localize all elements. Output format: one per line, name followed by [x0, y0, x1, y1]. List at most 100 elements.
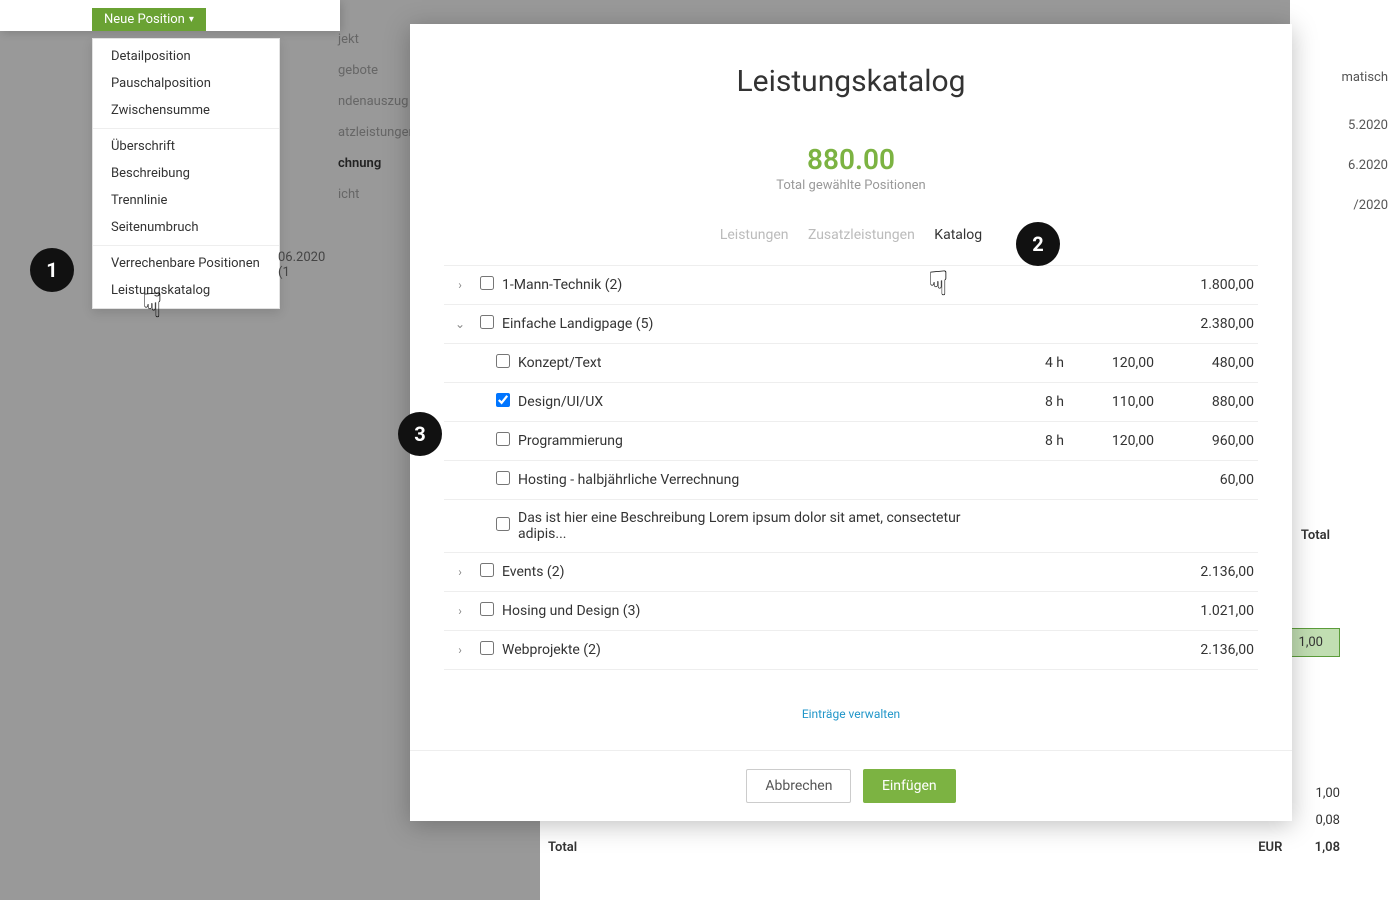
- bg-tab: jekt: [338, 24, 416, 55]
- catalog-list: › 1-Mann-Technik (2) 1.800,00 ⌄ Einfache Lan…: [444, 265, 1258, 670]
- modal-footer: Abbrechen Einfügen: [410, 750, 1292, 821]
- bg-tab: gebote: [338, 55, 416, 86]
- row-label: Einfache Landigpage (5): [502, 316, 984, 332]
- row-checkbox[interactable]: [480, 563, 494, 577]
- selected-total-sub: Total gewählte Positionen: [410, 178, 1292, 193]
- row-checkbox[interactable]: [496, 354, 510, 368]
- row-total: 2.136,00: [1154, 564, 1254, 580]
- catalog-item-row[interactable]: Hosting - halbjährliche Verrechnung 60,00: [444, 461, 1258, 500]
- menu-item-leistungskatalog[interactable]: Leistungskatalog: [93, 277, 279, 304]
- menu-item-beschreibung[interactable]: Beschreibung: [93, 160, 279, 187]
- row-checkbox[interactable]: [480, 315, 494, 329]
- row-label: Hosting - halbjährliche Verrechnung: [518, 472, 984, 488]
- row-label: Events (2): [502, 564, 984, 580]
- neue-position-panel: Neue Position ▾ Detailposition Pauschalp…: [0, 0, 340, 31]
- tab-katalog[interactable]: Katalog: [934, 227, 982, 243]
- chevron-down-icon[interactable]: ⌄: [448, 317, 472, 331]
- menu-item-ueberschrift[interactable]: Überschrift: [93, 133, 279, 160]
- bg-val: 1,00: [1316, 786, 1340, 801]
- step-badge-3: 3: [398, 412, 442, 456]
- row-label: Hosing und Design (3): [502, 603, 984, 619]
- menu-item-detailposition[interactable]: Detailposition: [93, 43, 279, 70]
- modal-tabs: Leistungen Zusatzleistungen Katalog: [410, 227, 1292, 243]
- bg-text: matisch: [1341, 70, 1388, 85]
- checkbox-cell: [472, 641, 502, 659]
- row-checkbox[interactable]: [496, 517, 510, 531]
- chevron-down-icon: ▾: [189, 14, 194, 25]
- bg-val: 0,08: [1316, 813, 1340, 828]
- checkbox-cell: [488, 354, 518, 372]
- insert-button[interactable]: Einfügen: [863, 769, 956, 803]
- catalog-item-row[interactable]: Programmierung8 h120,00960,00: [444, 422, 1258, 461]
- bg-total-currency: EUR: [1258, 840, 1282, 855]
- catalog-group-row[interactable]: › Hosing und Design (3) 1.021,00: [444, 592, 1258, 631]
- background-right-strip: matisch 5.2020 6.2020 /2020: [1290, 0, 1400, 900]
- checkbox-cell: [472, 602, 502, 620]
- modal-title: Leistungskatalog: [430, 64, 1272, 99]
- row-checkbox[interactable]: [496, 471, 510, 485]
- bg-tab: icht: [338, 179, 416, 210]
- menu-separator: [93, 128, 279, 129]
- row-checkbox[interactable]: [496, 393, 510, 407]
- bg-tab: ndenauszug: [338, 86, 416, 117]
- row-total: 480,00: [1154, 355, 1254, 371]
- checkbox-cell: [488, 393, 518, 411]
- chevron-right-icon[interactable]: ›: [448, 643, 472, 657]
- neue-position-button[interactable]: Neue Position ▾: [92, 8, 206, 31]
- tab-zusatzleistungen[interactable]: Zusatzleistungen: [808, 227, 915, 243]
- catalog-item-row[interactable]: Konzept/Text4 h120,00480,00: [444, 344, 1258, 383]
- row-checkbox[interactable]: [480, 276, 494, 290]
- row-label: Design/UI/UX: [518, 394, 984, 410]
- bg-text: /2020: [1353, 198, 1388, 213]
- chevron-right-icon[interactable]: ›: [448, 604, 472, 618]
- step-badge-1: 1: [30, 248, 74, 292]
- manage-entries-link[interactable]: Einträge verwalten: [802, 707, 900, 721]
- row-total: 1.021,00: [1154, 603, 1254, 619]
- row-label: Webprojekte (2): [502, 642, 984, 658]
- bg-tab: atzleistungen: [338, 117, 416, 148]
- row-label: Das ist hier eine Beschreibung Lorem ips…: [518, 510, 984, 542]
- catalog-item-row[interactable]: Das ist hier eine Beschreibung Lorem ips…: [444, 500, 1258, 553]
- checkbox-cell: [472, 276, 502, 294]
- catalog-group-row[interactable]: ⌄ Einfache Landigpage (5) 2.380,00: [444, 305, 1258, 344]
- selected-total-amount: 880.00: [410, 143, 1292, 176]
- row-total: 1.800,00: [1154, 277, 1254, 293]
- row-label: 1-Mann-Technik (2): [502, 277, 984, 293]
- catalog-group-row[interactable]: › Webprojekte (2) 2.136,00: [444, 631, 1258, 670]
- bg-tab-active: chnung: [338, 148, 416, 179]
- checkbox-cell: [472, 563, 502, 581]
- row-rate: 120,00: [1064, 355, 1154, 371]
- row-total: 2.136,00: [1154, 642, 1254, 658]
- row-qty: 8 h: [984, 394, 1064, 410]
- row-checkbox[interactable]: [480, 641, 494, 655]
- menu-item-verrechenbare-positionen[interactable]: Verrechenbare Positionen: [93, 250, 279, 277]
- catalog-item-row[interactable]: Design/UI/UX8 h110,00880,00: [444, 383, 1258, 422]
- row-checkbox[interactable]: [480, 602, 494, 616]
- checkbox-cell: [472, 315, 502, 333]
- catalog-group-row[interactable]: › 1-Mann-Technik (2) 1.800,00: [444, 265, 1258, 305]
- row-label: Programmierung: [518, 433, 984, 449]
- menu-item-seitenumbruch[interactable]: Seitenumbruch: [93, 214, 279, 241]
- row-qty: 8 h: [984, 433, 1064, 449]
- chevron-right-icon[interactable]: ›: [448, 278, 472, 292]
- bg-text: 5.2020: [1348, 118, 1388, 133]
- bg-total-label: Total: [548, 840, 577, 855]
- row-qty: 4 h: [984, 355, 1064, 371]
- step-badge-2: 2: [1016, 222, 1060, 266]
- row-label: Konzept/Text: [518, 355, 984, 371]
- cancel-button[interactable]: Abbrechen: [746, 769, 851, 803]
- menu-separator: [93, 245, 279, 246]
- leistungskatalog-modal: Leistungskatalog 880.00 Total gewählte P…: [410, 24, 1292, 821]
- catalog-group-row[interactable]: › Events (2) 2.136,00: [444, 553, 1258, 592]
- row-checkbox[interactable]: [496, 432, 510, 446]
- background-tabs: jekt gebote ndenauszug atzleistungen chn…: [338, 24, 416, 210]
- chevron-right-icon[interactable]: ›: [448, 565, 472, 579]
- menu-item-trennlinie[interactable]: Trennlinie: [93, 187, 279, 214]
- tab-leistungen[interactable]: Leistungen: [720, 227, 789, 243]
- checkbox-cell: [488, 471, 518, 489]
- row-total: 60,00: [1154, 472, 1254, 488]
- row-total: 2.380,00: [1154, 316, 1254, 332]
- menu-item-pauschalposition[interactable]: Pauschalposition: [93, 70, 279, 97]
- checkbox-cell: [488, 517, 518, 535]
- menu-item-zwischensumme[interactable]: Zwischensumme: [93, 97, 279, 124]
